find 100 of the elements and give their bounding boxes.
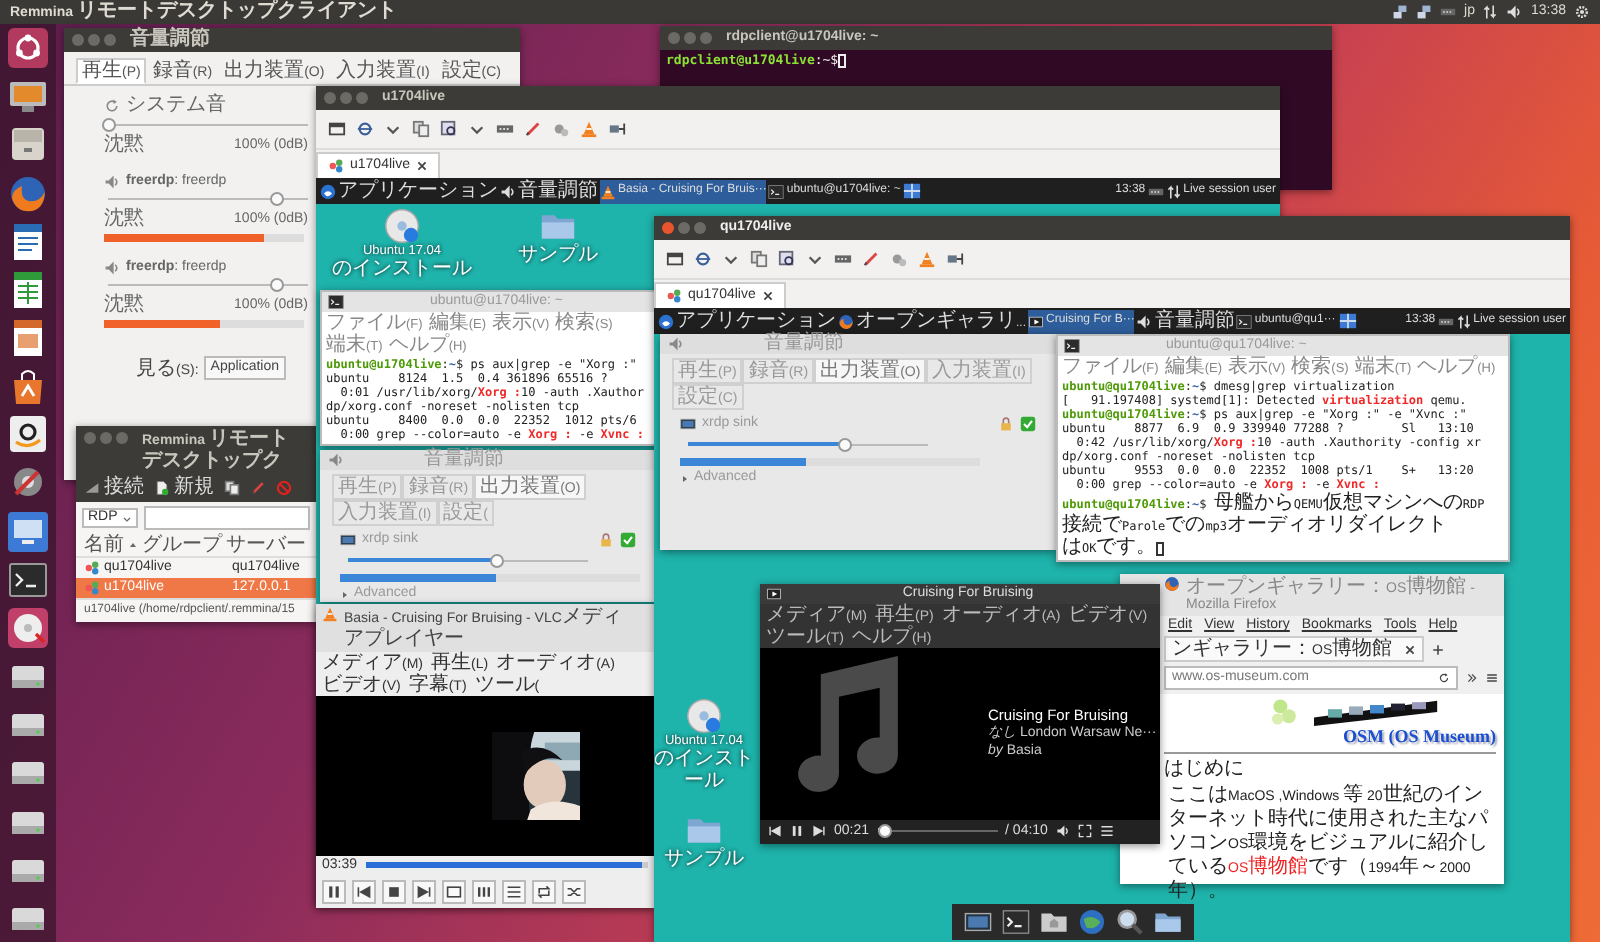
column-header[interactable]: サーバー: [226, 534, 306, 557]
close-icon[interactable]: [415, 159, 428, 172]
new-document-icon: [154, 479, 170, 496]
lock-icon[interactable]: [998, 416, 1014, 433]
close-icon[interactable]: [761, 289, 774, 302]
volume-slider[interactable]: [348, 554, 588, 569]
menu-icon[interactable]: [1486, 672, 1498, 685]
zoom-icon[interactable]: [778, 250, 796, 268]
next-icon[interactable]: [812, 824, 826, 839]
refresh-icon: [104, 97, 120, 114]
new-tab-icon[interactable]: [1432, 643, 1445, 656]
slider-thumb[interactable]: [270, 278, 284, 293]
slider-thumb[interactable]: [838, 438, 852, 453]
taskbar-button[interactable]: アプリケーション: [320, 179, 498, 203]
settings-icon[interactable]: [1574, 4, 1590, 20]
monitor-icon: [680, 416, 696, 433]
spreadsheet-icon[interactable]: [8, 269, 48, 310]
network-icon[interactable]: [694, 250, 712, 268]
volume-slider[interactable]: [877, 824, 998, 839]
speaker-icon: [104, 174, 120, 191]
playlist-icon[interactable]: [1099, 824, 1114, 839]
zoom-icon[interactable]: [440, 120, 458, 138]
document-icon[interactable]: [8, 221, 48, 262]
stop-icon[interactable]: [382, 880, 406, 904]
network-icon[interactable]: [356, 120, 374, 138]
taskbar-button[interactable]: 音量調節: [1136, 309, 1235, 333]
folder-icon[interactable]: [1154, 908, 1182, 936]
check-icon[interactable]: [620, 532, 636, 549]
slider-thumb[interactable]: [102, 118, 116, 133]
fit-window-icon[interactable]: [328, 120, 346, 138]
toolbar-button[interactable]: 接続: [84, 476, 144, 499]
disc-icon[interactable]: [8, 607, 48, 648]
menu-logo-icon: [658, 313, 674, 329]
expander-icon: [680, 473, 690, 484]
pen-icon[interactable]: [862, 250, 880, 268]
terminal-icon: [768, 183, 785, 199]
screen-icon[interactable]: [964, 908, 992, 936]
slider-thumb[interactable]: [490, 554, 505, 569]
pause-icon[interactable]: [790, 824, 804, 839]
network-icon[interactable]: [1416, 4, 1433, 20]
player-icon: [1028, 313, 1045, 329]
keyboard-icon[interactable]: [1440, 4, 1457, 20]
close-icon[interactable]: [1404, 643, 1417, 656]
flower-icon: [666, 287, 682, 304]
lock-icon[interactable]: [598, 532, 614, 549]
shuffle-icon[interactable]: [562, 880, 586, 904]
globe-icon: [838, 313, 854, 329]
terminal-icon[interactable]: [1002, 908, 1030, 936]
column-header[interactable]: グループ: [142, 534, 222, 557]
cabinet-icon[interactable]: [8, 124, 48, 165]
workspace-switcher-icon[interactable]: [902, 182, 923, 200]
home-folder-icon[interactable]: [1040, 908, 1068, 936]
dash-icon[interactable]: [8, 28, 48, 69]
close-button[interactable]: [662, 222, 674, 234]
globe-icon[interactable]: [1078, 908, 1106, 936]
transfer-icon: [1165, 183, 1182, 199]
search-field[interactable]: [143, 506, 310, 531]
check-icon[interactable]: [1020, 416, 1036, 433]
pen-icon[interactable]: [524, 120, 542, 138]
pause-icon[interactable]: [322, 880, 346, 904]
previous-icon[interactable]: [352, 880, 376, 904]
shopping-bag-icon[interactable]: [8, 366, 48, 407]
slider-thumb[interactable]: [878, 824, 893, 839]
volume-slider[interactable]: [688, 438, 928, 453]
taskbar-button[interactable]: アプリケーション: [658, 309, 836, 333]
fullscreen-icon[interactable]: [1077, 824, 1092, 839]
slider-thumb[interactable]: [270, 192, 284, 207]
workspace-switcher-icon[interactable]: [1337, 312, 1358, 330]
monitor-icon[interactable]: [8, 76, 48, 117]
reload-icon[interactable]: [1438, 672, 1450, 685]
fit-window-icon[interactable]: [666, 250, 684, 268]
volume-icon[interactable]: [1506, 4, 1523, 20]
volume-slider[interactable]: [108, 192, 308, 207]
keyboard-icon[interactable]: [496, 120, 514, 138]
speaker-icon: [104, 260, 120, 277]
transfer-icon[interactable]: [1482, 4, 1499, 20]
globe-icon[interactable]: [8, 173, 48, 214]
monitor-icon[interactable]: [8, 511, 48, 552]
taskbar-button[interactable]: 音量調節: [500, 179, 598, 203]
previous-icon[interactable]: [768, 824, 782, 839]
volume-icon[interactable]: [1055, 824, 1070, 839]
terminal-icon[interactable]: [8, 559, 48, 600]
presentation-icon[interactable]: [8, 318, 48, 359]
overflow-icon[interactable]: [1466, 672, 1478, 685]
search-icon[interactable]: [1116, 908, 1144, 936]
volume-slider[interactable]: [108, 278, 308, 293]
duplicate-icon[interactable]: [224, 479, 240, 496]
plug-icon[interactable]: [608, 120, 626, 138]
next-icon[interactable]: [412, 880, 436, 904]
column-header[interactable]: 名前: [84, 534, 124, 557]
playlist-icon[interactable]: [502, 880, 526, 904]
equalizer-icon[interactable]: [472, 880, 496, 904]
toolbar-button[interactable]: 新規: [154, 476, 214, 499]
network-icon[interactable]: [1392, 4, 1409, 20]
pen-icon[interactable]: [250, 479, 266, 496]
loop-icon[interactable]: [532, 880, 556, 904]
volume-slider[interactable]: [108, 118, 308, 133]
keyboard-icon[interactable]: [834, 250, 852, 268]
frame-icon[interactable]: [442, 880, 466, 904]
plug-icon[interactable]: [946, 250, 964, 268]
